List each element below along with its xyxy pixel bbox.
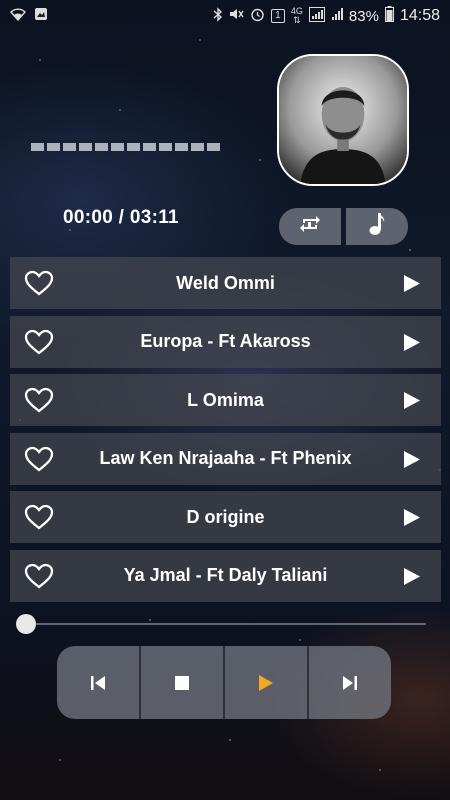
play-icon[interactable] <box>403 333 421 352</box>
song-row[interactable]: Europa - Ft Akaross <box>10 315 441 368</box>
next-button[interactable] <box>309 646 391 719</box>
play-icon[interactable] <box>403 450 421 469</box>
heart-icon[interactable] <box>24 329 54 355</box>
stop-button[interactable] <box>141 646 225 719</box>
repeat-icon <box>298 213 322 240</box>
mute-icon <box>229 7 244 25</box>
seek-thumb[interactable] <box>16 614 36 634</box>
song-title: Ya Jmal - Ft Daly Taliani <box>123 565 328 585</box>
audio-visualizer <box>31 143 220 151</box>
stop-icon <box>175 675 189 690</box>
heart-icon[interactable] <box>24 270 54 296</box>
heart-icon[interactable] <box>24 387 54 413</box>
song-row[interactable]: Weld Ommi <box>10 257 441 309</box>
signal-icon <box>308 6 325 26</box>
song-row[interactable]: Ya Jmal - Ft Daly Taliani <box>10 549 441 602</box>
heart-icon[interactable] <box>24 446 54 472</box>
music-note-icon <box>368 212 386 241</box>
heart-icon[interactable] <box>24 504 54 530</box>
time-display: 00:00 / 03:11 <box>63 207 179 228</box>
battery-icon <box>384 6 394 26</box>
skip-next-icon <box>343 675 357 690</box>
alarm-icon <box>250 7 265 26</box>
network-indicator: 4G ⇅ <box>291 7 303 25</box>
signal-bars-icon <box>331 7 343 25</box>
clock: 14:58 <box>399 7 440 24</box>
play-icon[interactable] <box>403 391 421 410</box>
transport-controls <box>57 646 391 719</box>
song-title: L Omima <box>187 389 264 410</box>
album-art <box>277 54 409 186</box>
seek-bar[interactable] <box>16 614 426 634</box>
playlist-button[interactable] <box>346 208 408 245</box>
bluetooth-icon <box>213 6 223 26</box>
song-list: Weld Ommi Europa - Ft Akaross L Omima La… <box>10 257 441 608</box>
status-left <box>10 7 48 25</box>
play-button[interactable] <box>225 646 309 719</box>
play-icon <box>259 674 273 691</box>
wifi-icon <box>10 7 26 25</box>
skip-previous-icon <box>91 675 105 690</box>
heart-icon[interactable] <box>24 563 54 589</box>
song-row[interactable]: D origine <box>10 491 441 543</box>
song-title: Law Ken Nrajaaha - Ft Phenix <box>99 448 352 468</box>
song-row[interactable]: Law Ken Nrajaaha - Ft Phenix <box>10 432 441 485</box>
status-bar: 1 4G ⇅ 83% 14:58 <box>0 0 450 32</box>
seek-track[interactable] <box>24 623 426 625</box>
data-arrows-icon: ⇅ <box>293 15 301 25</box>
image-icon <box>34 7 48 25</box>
song-row[interactable]: L Omima <box>10 374 441 426</box>
song-title: Weld Ommi <box>176 272 275 293</box>
song-title: Europa - Ft Akaross <box>140 331 311 351</box>
repeat-button[interactable] <box>279 208 341 245</box>
play-icon[interactable] <box>403 274 421 293</box>
play-icon[interactable] <box>403 567 421 586</box>
play-icon[interactable] <box>403 508 421 527</box>
song-title: D origine <box>186 506 265 527</box>
status-right: 1 4G ⇅ 83% 14:58 <box>213 6 440 26</box>
sim-icon: 1 <box>270 9 285 23</box>
previous-button[interactable] <box>57 646 141 719</box>
battery-percent: 83% <box>348 7 379 25</box>
